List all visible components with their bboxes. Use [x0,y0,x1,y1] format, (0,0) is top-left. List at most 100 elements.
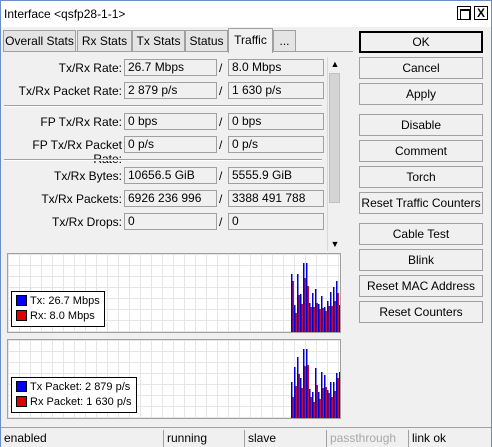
status-passthrough: passthrough [326,430,408,447]
rx-rate-field: 8.0 Mbps [228,59,324,76]
tx-bar [336,373,338,418]
torch-button[interactable]: Torch [359,166,483,188]
title-bar[interactable]: Interface <qsfp28-1-1> X [1,1,491,27]
scrollbar-thumb[interactable] [329,73,340,203]
tab-traffic[interactable]: Traffic [228,28,273,53]
tx-bar [339,372,340,418]
tab-divider [3,51,353,52]
cable-test-button[interactable]: Cable Test [359,223,483,245]
blink-button[interactable]: Blink [359,249,483,271]
rx-bar [341,377,342,419]
rx-packets-field: 3388 491 788 [228,190,324,207]
legend-tx-row: Tx: 26.7 Mbps [16,294,100,309]
rx-bar [328,306,330,332]
rx-bar [331,306,333,332]
tx-bar [312,392,314,418]
separator: / [219,61,223,75]
rx-bytes-field: 5555.9 GiB [228,167,324,184]
rx-bar [301,388,303,418]
tx-bar [300,378,302,418]
disable-button[interactable]: Disable [359,114,483,136]
legend-rx-row: Rx: 8.0 Mbps [16,309,100,324]
tx-bar [339,305,340,332]
tab-tx-stats[interactable]: Tx Stats [132,30,185,52]
separator: / [219,138,223,152]
rx-bar [322,308,324,332]
fp-rx-rate-field: 0 bps [228,113,324,130]
tx-bar [291,274,293,332]
rx-bar [325,311,327,332]
fp-tx-rate-field: 0 bps [124,113,217,130]
rx-bar [292,281,294,332]
rx-bar [334,301,336,332]
rx-bar [322,388,324,418]
legend-tx-rate: Tx: 26.7 Mbps [30,295,100,307]
legend-tx-packet: Tx Packet: 2 879 p/s [30,381,131,393]
reset-mac-address-button[interactable]: Reset MAC Address [359,275,483,297]
rx-bar [304,366,306,418]
tx-bar [333,382,335,418]
tx-bar [330,292,332,332]
rx-packet-rate-field: 1 630 p/s [228,82,324,99]
tx-rx-drops-label: Tx/Rx Drops: [51,215,122,229]
rx-swatch [16,310,27,321]
rate-graph: Tx: 26.7 Mbps Rx: 8.0 Mbps [7,253,341,333]
tx-packet-rate-field: 2 879 p/s [124,82,217,99]
rx-bar [337,378,339,418]
rx-bar [341,315,342,333]
rx-bar [319,309,321,332]
reset-traffic-counters-button[interactable]: Reset Traffic Counters [359,192,483,214]
cancel-button[interactable]: Cancel [359,57,483,79]
packet-graph: Tx Packet: 2 879 p/s Rx Packet: 1 630 p/… [7,339,341,419]
tx-bar [327,390,329,418]
tx-bar [324,307,326,332]
apply-button[interactable]: Apply [359,83,483,105]
tx-bar [312,293,314,332]
tx-bar [327,301,329,332]
tx-rx-rate-label: Tx/Rx Rate: [58,61,122,75]
tx-bar [318,304,320,332]
section-divider [4,105,322,107]
rx-bar [310,397,312,418]
section-divider [4,159,322,161]
rx-bar [295,313,297,332]
fp-tx-rx-rate-label: FP Tx/Rx Rate: [40,115,122,129]
tx-bar [297,274,299,332]
tx-bar [315,368,317,418]
reset-counters-button[interactable]: Reset Counters [359,301,483,323]
window-title: Interface <qsfp28-1-1> [4,7,126,21]
traffic-panel: Tx/Rx Rate: 26.7 Mbps / 8.0 Mbps Tx/Rx P… [4,55,343,251]
tx-bar [309,389,311,418]
interface-window: Interface <qsfp28-1-1> X Overall Stats R… [0,0,492,447]
tx-bar [315,289,317,332]
rx-bar [316,303,318,332]
arrow-down-icon[interactable]: ▼ [328,237,342,251]
tab-overall-stats[interactable]: Overall Stats [3,30,76,52]
rx-bar [298,374,300,418]
legend-rx-rate: Rx: 8.0 Mbps [30,310,95,322]
tab-rx-stats[interactable]: Rx Stats [77,30,132,52]
tx-bytes-field: 10656.5 GiB [124,167,217,184]
tx-rx-packets-label: Tx/Rx Packets: [41,192,122,206]
comment-button[interactable]: Comment [359,140,483,162]
tx-swatch [16,381,27,392]
arrow-up-icon[interactable]: ▲ [328,57,342,71]
fp-tx-rx-packet-rate-label: FP Tx/Rx Packet Rate: [32,138,122,166]
fp-tx-packet-rate-field: 0 p/s [124,136,217,153]
rx-bar [337,293,339,332]
close-icon[interactable]: X [474,6,488,20]
tx-bar [318,392,320,418]
vertical-scrollbar[interactable]: ▲ ▼ [327,57,341,251]
tx-bar [294,305,296,332]
ok-button[interactable]: OK [359,31,483,53]
tx-bar [321,296,323,332]
maximize-icon[interactable] [457,6,471,20]
tab-more[interactable]: ... [273,30,296,52]
separator: / [219,84,223,98]
rx-bar [325,387,327,418]
tx-rx-packet-rate-label: Tx/Rx Packet Rate: [18,84,122,98]
tx-bar [309,303,311,332]
tx-rx-bytes-label: Tx/Rx Bytes: [53,169,122,183]
tx-swatch [16,295,27,306]
tab-status[interactable]: Status [185,30,228,52]
